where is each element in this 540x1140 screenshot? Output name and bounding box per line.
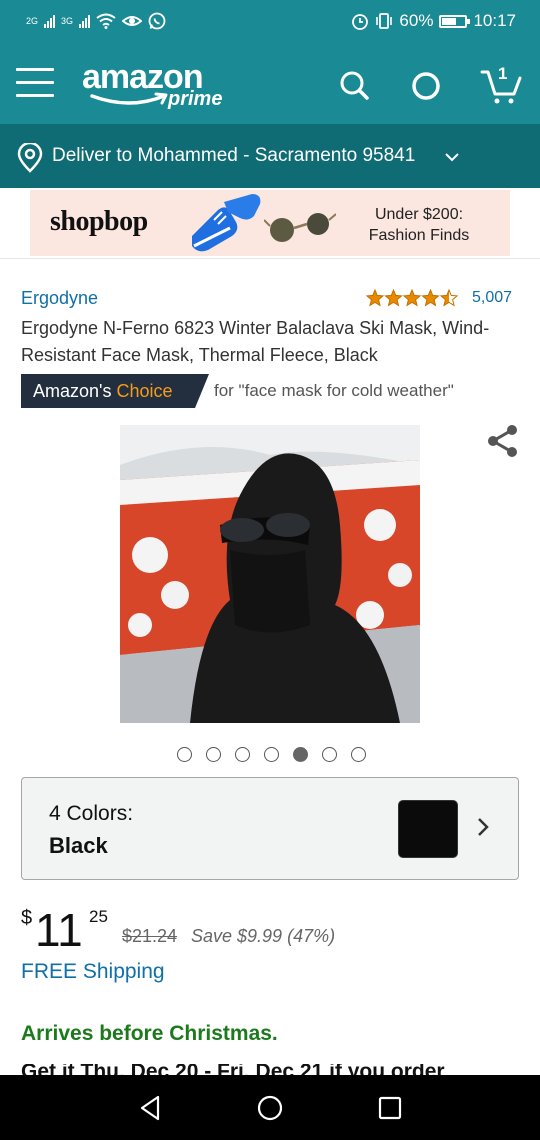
ad-strip: shopbop Under $200: Fashion Finds [0,188,540,258]
network-3g-label: 3G [61,16,74,26]
sunglasses-icon [264,213,336,242]
signal-icon [79,14,91,28]
price-savings: Save $9.99 (47%) [191,926,336,946]
recents-icon[interactable] [375,1093,405,1123]
carousel-dot[interactable] [322,747,337,762]
star-rating[interactable]: 5,007 [366,289,512,307]
battery-icon [439,14,471,28]
star [402,289,422,307]
carousel-dot[interactable] [235,747,250,762]
signal-icon [44,14,56,28]
star [421,289,440,307]
price-symbol: $ [21,907,33,929]
menu-icon[interactable] [16,68,54,98]
free-shipping-link[interactable]: FREE Shipping [21,960,165,984]
carousel-dot[interactable] [351,747,366,762]
amazon-prime-logo[interactable]: amazon prime [82,58,232,114]
cart-button[interactable]: 1 [480,64,522,106]
logo-prime: prime [168,88,223,110]
ad-line-2: Fashion Finds [368,227,470,244]
product-image[interactable] [120,425,420,723]
home-icon[interactable] [255,1093,285,1123]
arrives-message: Arrives before Christmas. [21,1022,278,1045]
clock: 10:17 [473,11,516,30]
ad-brand: shopbop [50,206,148,237]
whatsapp-icon [148,12,166,30]
eye-comfort-icon [122,16,143,26]
status-right: 60% 10:17 [351,11,516,31]
star [384,289,403,307]
badge-query: for "face mask for cold weather" [214,381,454,400]
image-carousel-dots [177,747,366,762]
sneakers-icon [192,194,261,252]
chevron-down-icon [445,153,459,162]
carousel-dot[interactable] [293,747,308,762]
system-nav-bar [0,1075,540,1140]
price-whole: 11 [35,904,83,956]
status-left: 2G 3G [26,12,166,30]
color-value: Black [49,833,108,858]
alexa-icon[interactable] [406,66,446,106]
badge-highlight: Choice [116,381,173,401]
divider [0,258,540,259]
star [439,289,458,307]
rating-count: 5,007 [472,289,513,306]
color-swatch [398,800,458,858]
cart-count: 1 [498,64,508,83]
search-icon[interactable] [334,66,374,106]
share-icon[interactable] [486,424,520,458]
carousel-dot[interactable] [177,747,192,762]
stars [366,289,458,307]
balaclava-photo [120,425,420,723]
alarm-icon [352,14,369,30]
color-selector[interactable]: 4 Colors: Black [21,777,519,880]
deliver-to-bar[interactable]: Deliver to Mohammed - Sacramento 95841 [0,124,540,188]
product-title: Ergodyne N-Ferno 6823 Winter Balaclava S… [21,318,490,365]
location-pin-icon [17,143,43,173]
badge-prefix: Amazon's [33,381,112,401]
color-label: 4 Colors: [49,802,134,825]
back-icon[interactable] [136,1093,166,1123]
badge-text: Amazon's Choice [33,381,173,402]
app-header: amazon prime 1 [0,44,540,124]
list-price: $21.24 [122,926,178,946]
logo-smile-icon [90,92,168,105]
carousel-dot[interactable] [206,747,221,762]
wifi-icon [96,13,116,29]
carousel-dot[interactable] [264,747,279,762]
delivery-estimate-text: Get it Thu, Dec 20 - Fri, Dec 21 if you … [21,1064,521,1075]
vibrate-icon [376,13,393,29]
ad-copy: Under $200: Fashion Finds [360,204,478,246]
brand-link[interactable]: Ergodyne [21,288,98,309]
deliver-to-text: Deliver to Mohammed - Sacramento 95841 [52,145,416,166]
chevron-right-icon [478,818,489,836]
status-bar: 2G 3G 60% 10:17 [0,0,540,44]
price-fraction: 25 [89,907,108,926]
ad-line-1: Under $200: [374,206,464,223]
shopbop-ad-banner[interactable]: shopbop Under $200: Fashion Finds [30,190,510,256]
network-2g-label: 2G [26,16,39,26]
delivery-estimate: Get it Thu, Dec 20 - Fri, Dec 21 if you … [21,1064,521,1075]
star [366,289,385,307]
battery-percent: 60% [399,11,434,30]
